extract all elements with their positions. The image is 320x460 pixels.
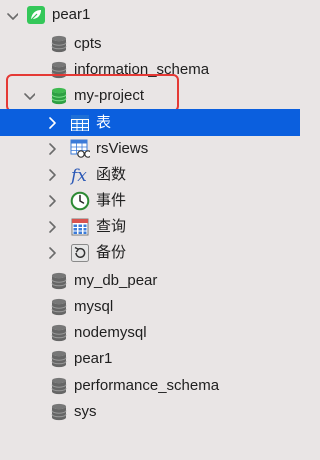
- svg-text:fx: fx: [70, 166, 87, 185]
- database-row-nodemysql[interactable]: nodemysql: [0, 320, 300, 346]
- tree-item-label: 备份: [96, 244, 127, 261]
- query-icon: [71, 218, 89, 236]
- tree-item-events[interactable]: 事件: [0, 188, 300, 214]
- database-icon: [51, 272, 67, 290]
- database-row-my-db-pear[interactable]: my_db_pear: [0, 268, 300, 294]
- database-label: my-project: [74, 87, 145, 104]
- backup-icon: [71, 244, 89, 262]
- chevron-right-icon[interactable]: [47, 193, 59, 209]
- database-icon: [51, 324, 67, 342]
- database-label: my_db_pear: [74, 272, 158, 289]
- database-icon: [51, 403, 67, 421]
- database-icon: [51, 298, 67, 316]
- database-label: pear1: [74, 350, 113, 367]
- database-label: mysql: [74, 298, 114, 315]
- database-icon: [51, 350, 67, 368]
- connection-label: pear1: [52, 6, 91, 23]
- event-clock-icon: [70, 191, 90, 211]
- tree-item-label: 函数: [96, 166, 127, 183]
- tree-item-views[interactable]: rsViews: [0, 136, 300, 162]
- tree-item-queries[interactable]: 查询: [0, 214, 300, 240]
- tree-item-label: 事件: [96, 192, 127, 209]
- chevron-right-icon[interactable]: [47, 141, 59, 157]
- database-row-my-project[interactable]: my-project: [0, 83, 300, 109]
- tree-item-functions[interactable]: fx 函数: [0, 162, 300, 188]
- chevron-right-icon[interactable]: [47, 167, 59, 183]
- chevron-right-icon[interactable]: [47, 115, 59, 131]
- database-icon: [51, 35, 67, 53]
- tree-item-label: rsViews: [96, 140, 149, 157]
- connection-row-pear1[interactable]: pear1: [0, 2, 300, 28]
- tree-item-tables[interactable]: 表: [0, 109, 300, 136]
- database-label: information_schema: [74, 61, 210, 78]
- table-icon: [71, 115, 89, 131]
- tree-item-label: 表: [96, 114, 112, 131]
- database-label: cpts: [74, 35, 102, 52]
- database-icon: [51, 61, 67, 79]
- tree-item-label: 查询: [96, 218, 127, 235]
- database-label: performance_schema: [74, 377, 220, 394]
- chevron-right-icon[interactable]: [47, 219, 59, 235]
- database-label: nodemysql: [74, 324, 147, 341]
- tree-item-backups[interactable]: 备份: [0, 240, 300, 266]
- chevron-down-icon[interactable]: [23, 89, 35, 105]
- leaf-connection-icon: [27, 6, 45, 24]
- database-label: sys: [74, 403, 97, 420]
- database-icon: [51, 377, 67, 395]
- database-row-information-schema[interactable]: information_schema: [0, 57, 300, 83]
- chevron-down-icon[interactable]: [6, 9, 18, 25]
- database-row-pear1[interactable]: pear1: [0, 346, 300, 372]
- database-green-icon: [51, 87, 67, 105]
- function-icon: fx: [70, 166, 87, 185]
- database-row-mysql[interactable]: mysql: [0, 294, 300, 320]
- view-icon: [70, 139, 90, 158]
- database-row-performance-schema[interactable]: performance_schema: [0, 373, 300, 399]
- database-row-cpts[interactable]: cpts: [0, 31, 300, 57]
- database-row-sys[interactable]: sys: [0, 399, 300, 425]
- database-tree: pear1 cpts information_schema my-project: [0, 0, 300, 460]
- chevron-right-icon[interactable]: [47, 245, 59, 261]
